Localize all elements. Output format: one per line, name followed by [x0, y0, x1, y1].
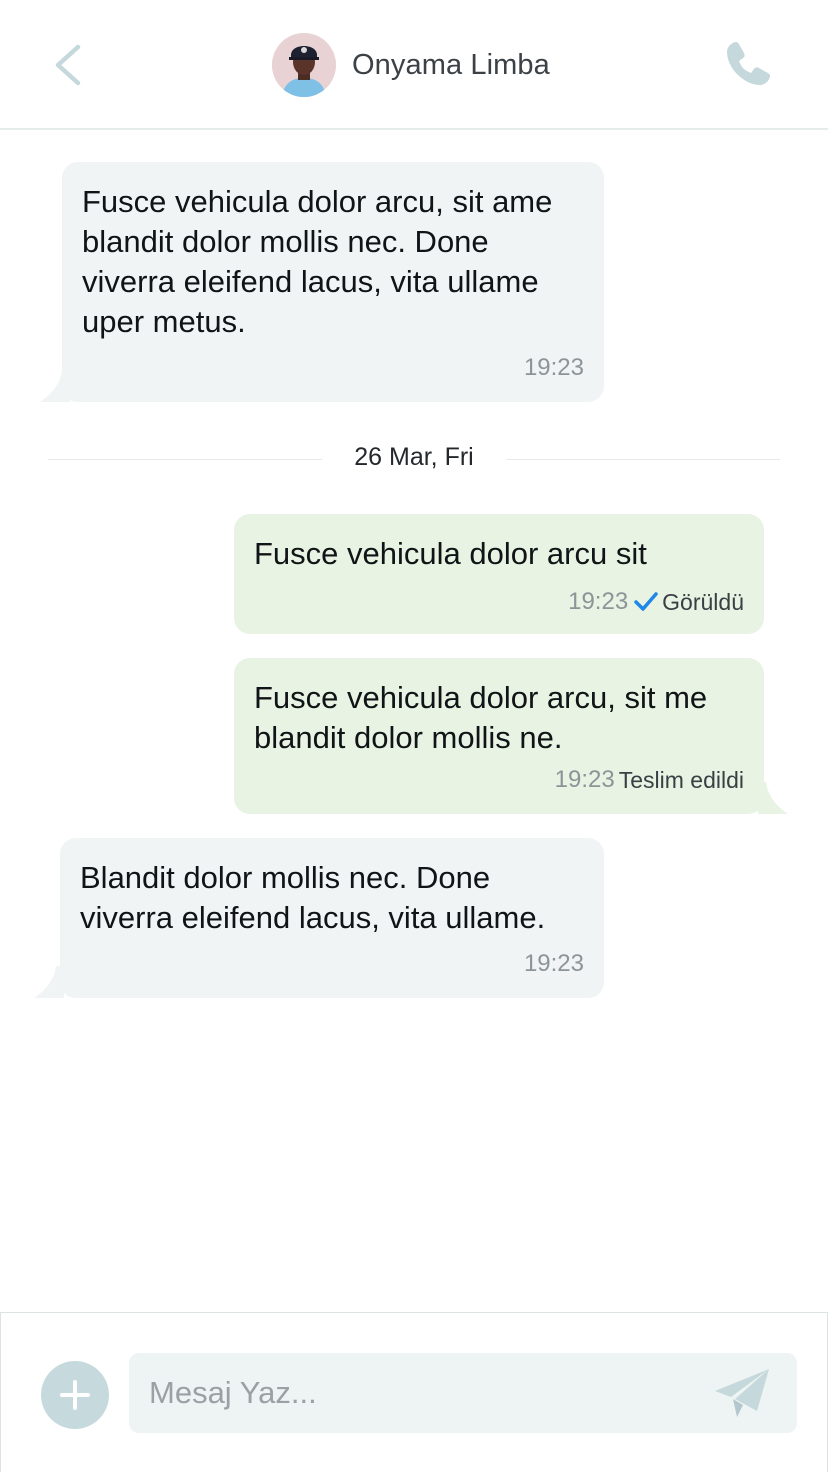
message-text: Blandit dolor mollis nec. Done viverra e… [80, 860, 546, 935]
check-icon [634, 592, 658, 611]
message-status: Görüldü [662, 588, 744, 615]
message-meta: 19:23 [524, 354, 584, 382]
contact-name: Onyama Limba [352, 48, 550, 81]
avatar[interactable] [272, 33, 336, 97]
date-separator: 26 Mar, Fri [48, 440, 780, 480]
message-meta: 19:23 Görüldü [568, 588, 744, 616]
message-meta: 19:23 [524, 950, 584, 978]
add-attachment-button[interactable] [41, 1361, 109, 1429]
message-bubble-incoming[interactable]: Fusce vehicula dolor arcu, sit ame bland… [40, 162, 604, 402]
divider [506, 459, 780, 460]
message-input[interactable] [149, 1353, 709, 1433]
chat-header: Onyama Limba [0, 0, 828, 130]
message-composer [0, 1312, 828, 1472]
date-label: 26 Mar, Fri [354, 443, 474, 471]
contact-info[interactable]: Onyama Limba [272, 32, 550, 98]
message-meta: 19:23 Teslim edildi [555, 766, 744, 794]
send-icon [715, 1369, 769, 1417]
message-status: Teslim edildi [618, 766, 744, 793]
message-input-container [129, 1353, 797, 1433]
message-text: Fusce vehicula dolor arcu, sit me blandi… [254, 680, 708, 755]
chevron-left-icon [55, 44, 81, 86]
message-bubble-outgoing[interactable]: Fusce vehicula dolor arcu sit 19:23 Görü… [234, 514, 764, 634]
message-text: Fusce vehicula dolor arcu, sit ame bland… [82, 184, 553, 339]
message-bubble-outgoing[interactable]: Fusce vehicula dolor arcu, sit me blandi… [234, 658, 788, 814]
chat-screen: Onyama Limba Fusce vehicula dolor arcu, … [0, 0, 828, 1472]
back-button[interactable] [48, 40, 88, 90]
send-button[interactable] [713, 1365, 773, 1421]
message-text: Fusce vehicula dolor arcu sit [254, 536, 647, 571]
message-time: 19:23 [568, 588, 629, 615]
message-bubble-incoming[interactable]: Blandit dolor mollis nec. Done viverra e… [34, 838, 604, 998]
plus-icon [60, 1380, 90, 1410]
message-time: 19:23 [554, 766, 615, 793]
phone-icon [727, 42, 770, 85]
message-time: 19:23 [523, 354, 584, 381]
message-time: 19:23 [523, 950, 584, 977]
bubble-tail [758, 782, 788, 814]
call-button[interactable] [722, 38, 774, 90]
